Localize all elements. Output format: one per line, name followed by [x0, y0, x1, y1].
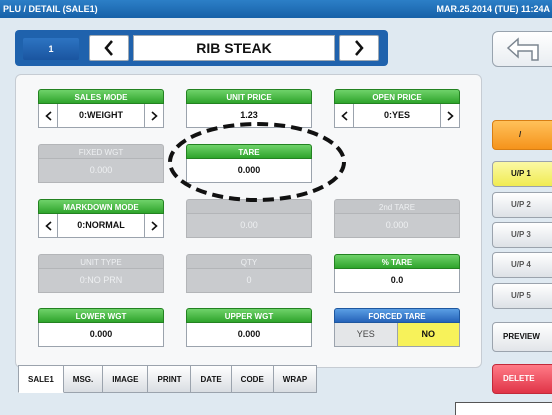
corner-box — [455, 402, 552, 415]
tab-sale1[interactable]: SALE1 — [18, 365, 64, 393]
tab-print[interactable]: PRINT — [148, 365, 192, 393]
forced-tare-no-option[interactable]: NO — [397, 323, 459, 346]
unit-price-2-button[interactable]: U/P 2 — [492, 192, 552, 218]
chevron-right-icon — [355, 40, 364, 56]
datetime-display: MAR.25.2014 (TUE) 11:24A — [436, 4, 550, 14]
unit-price-4-button[interactable]: U/P 4 — [492, 252, 552, 278]
second-tare-value: 0.000 — [334, 214, 460, 238]
obscured-field: 0.00 — [186, 199, 312, 242]
next-plu-button[interactable] — [339, 35, 379, 61]
tab-date[interactable]: DATE — [191, 365, 232, 393]
unit-price-1-button[interactable]: U/P 1 — [492, 161, 552, 187]
chevron-left-icon — [44, 110, 52, 121]
upper-wgt-value[interactable]: 0.000 — [186, 323, 312, 347]
highlight-dashed-ellipse — [168, 122, 346, 202]
fixed-wgt-field: FIXED WGT 0.000 — [38, 144, 164, 187]
unit-type-field: UNIT TYPE 0:NO PRN — [38, 254, 164, 297]
sales-mode-field: SALES MODE 0:WEIGHT — [38, 89, 164, 132]
chevron-right-icon — [446, 110, 454, 121]
markdown-mode-value: 0:NORMAL — [77, 220, 125, 230]
open-price-value: 0:YES — [383, 110, 410, 120]
tab-wrap[interactable]: WRAP — [273, 365, 318, 393]
qty-label: QTY — [186, 254, 312, 269]
percent-tare-field[interactable]: % TARE 0.0 — [334, 254, 460, 297]
obscured-field-value: 0.00 — [186, 214, 312, 238]
tab-image[interactable]: IMAGE — [103, 365, 149, 393]
lower-wgt-value[interactable]: 0.000 — [38, 323, 164, 347]
tab-bar: SALE1 MSG. IMAGE PRINT DATE CODE WRAP — [18, 365, 318, 393]
chevron-left-icon — [340, 110, 348, 121]
chevron-right-icon — [150, 110, 158, 121]
second-tare-label: 2nd TARE — [334, 199, 460, 214]
second-tare-field: 2nd TARE 0.000 — [334, 199, 460, 242]
qty-value: 0 — [186, 269, 312, 293]
open-price-next-button[interactable] — [440, 104, 459, 127]
detail-panel: SALES MODE 0:WEIGHT UNIT PRICE 1.23 OPEN… — [15, 74, 482, 368]
chevron-left-icon — [104, 40, 113, 56]
unit-type-label: UNIT TYPE — [38, 254, 164, 269]
preview-button[interactable]: PREVIEW — [492, 322, 552, 352]
markdown-mode-label: MARKDOWN MODE — [38, 199, 164, 214]
unit-price-3-button[interactable]: U/P 3 — [492, 222, 552, 248]
upper-wgt-field[interactable]: UPPER WGT 0.000 — [186, 308, 312, 351]
item-name-field[interactable]: RIB STEAK — [133, 35, 335, 61]
slash-button[interactable]: / — [492, 120, 552, 150]
back-button[interactable] — [492, 31, 552, 67]
forced-tare-label: FORCED TARE — [334, 308, 460, 323]
unit-price-5-button[interactable]: U/P 5 — [492, 283, 552, 309]
fixed-wgt-value: 0.000 — [38, 159, 164, 183]
delete-button[interactable]: DELETE — [492, 364, 552, 394]
percent-tare-label: % TARE — [334, 254, 460, 269]
markdown-mode-next-button[interactable] — [144, 214, 163, 237]
unit-type-value: 0:NO PRN — [38, 269, 164, 293]
tab-code[interactable]: CODE — [231, 365, 274, 393]
screen-title: PLU / DETAIL (SALE1) — [3, 4, 98, 14]
sales-mode-next-button[interactable] — [144, 104, 163, 127]
lower-wgt-label: LOWER WGT — [38, 308, 164, 323]
plu-number[interactable]: 1 — [23, 38, 79, 60]
previous-plu-button[interactable] — [89, 35, 129, 61]
back-arrow-icon — [506, 37, 539, 61]
unit-price-label: UNIT PRICE — [186, 89, 312, 104]
tab-msg[interactable]: MSG. — [63, 365, 104, 393]
plu-navigation-bar: 1 RIB STEAK — [15, 30, 388, 66]
qty-field: QTY 0 — [186, 254, 312, 297]
open-price-label: OPEN PRICE — [334, 89, 460, 104]
sales-mode-prev-button[interactable] — [39, 104, 58, 127]
markdown-mode-prev-button[interactable] — [39, 214, 58, 237]
forced-tare-field: FORCED TARE YES NO — [334, 308, 460, 351]
chevron-right-icon — [150, 220, 158, 231]
lower-wgt-field[interactable]: LOWER WGT 0.000 — [38, 308, 164, 351]
sales-mode-value: 0:WEIGHT — [79, 110, 123, 120]
percent-tare-value[interactable]: 0.0 — [334, 269, 460, 293]
fixed-wgt-label: FIXED WGT — [38, 144, 164, 159]
chevron-left-icon — [44, 220, 52, 231]
forced-tare-yes-option[interactable]: YES — [335, 323, 398, 346]
sales-mode-label: SALES MODE — [38, 89, 164, 104]
upper-wgt-label: UPPER WGT — [186, 308, 312, 323]
open-price-field: OPEN PRICE 0:YES — [334, 89, 460, 132]
markdown-mode-field: MARKDOWN MODE 0:NORMAL — [38, 199, 164, 242]
title-bar: PLU / DETAIL (SALE1) MAR.25.2014 (TUE) 1… — [0, 0, 552, 18]
